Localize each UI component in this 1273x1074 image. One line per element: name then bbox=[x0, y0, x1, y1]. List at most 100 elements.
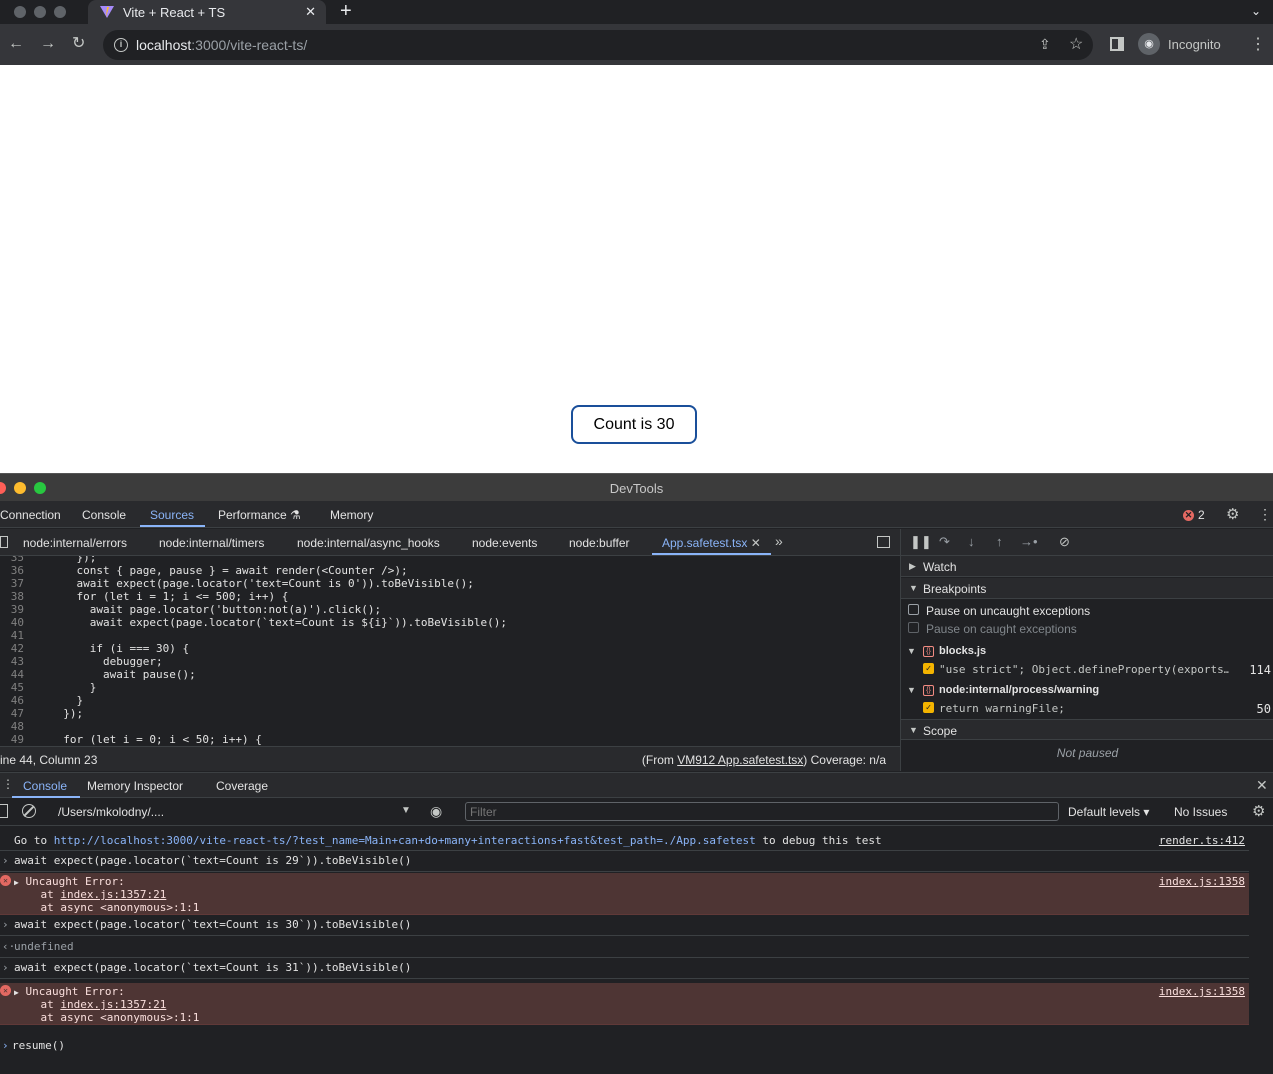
console-prompt[interactable]: › resume() bbox=[0, 1035, 1249, 1057]
context-selector[interactable]: /Users/mkolodny/.... bbox=[58, 805, 164, 819]
address-bar[interactable]: i localhost:3000/vite-react-ts/ ⇪ ☆ bbox=[103, 30, 1093, 60]
devtools-window: DevTools Connection Console Sources Perf… bbox=[0, 473, 1273, 1064]
bookmark-star-icon[interactable]: ☆ bbox=[1069, 34, 1083, 54]
source-tab-errors[interactable]: node:internal/errors bbox=[23, 536, 127, 550]
tab-performance[interactable]: Performance ⚗ bbox=[218, 508, 301, 522]
step-icon[interactable]: →• bbox=[1020, 534, 1038, 549]
incognito-label: Incognito bbox=[1168, 36, 1221, 52]
chevron-down-icon[interactable]: ▼ bbox=[401, 805, 411, 816]
deactivate-breakpoints-icon[interactable]: ⊘ bbox=[1059, 534, 1070, 550]
incognito-icon: ◉ bbox=[1138, 33, 1160, 55]
more-tabs-chevron-icon[interactable]: » bbox=[775, 533, 783, 549]
maximize-window-button[interactable] bbox=[54, 6, 66, 18]
count-button[interactable]: Count is 30 bbox=[571, 405, 697, 444]
collapse-arrow-icon: ▼ bbox=[909, 583, 918, 593]
step-over-icon[interactable]: ↷ bbox=[939, 534, 950, 550]
console-output: Go to http://localhost:3000/vite-react-t… bbox=[0, 826, 1273, 1064]
devtools-titlebar: DevTools bbox=[0, 473, 1273, 501]
devtools-menu-icon[interactable]: ⋮ bbox=[1258, 506, 1272, 523]
checkbox-checked: ✓ bbox=[923, 702, 934, 713]
error-icon: ✕ bbox=[0, 875, 11, 886]
code-line: 35 }); bbox=[10, 556, 97, 564]
source-tab-events[interactable]: node:events bbox=[472, 536, 537, 550]
new-tab-button[interactable]: + bbox=[340, 0, 352, 22]
vite-logo-icon bbox=[100, 6, 114, 18]
scope-section[interactable]: ▼ Scope bbox=[901, 719, 1273, 740]
close-window-button[interactable] bbox=[14, 6, 26, 18]
breakpoint-item[interactable]: ✓ "use strict"; Object.defineProperty(exp… bbox=[901, 660, 1273, 679]
expand-arrow-icon[interactable]: ▶ bbox=[14, 878, 19, 887]
code-line: 45 } bbox=[10, 681, 97, 694]
tab-console[interactable]: Console bbox=[82, 508, 126, 522]
error-count-badge[interactable]: ✕ 2 bbox=[1183, 508, 1205, 522]
code-line: 47 }); bbox=[10, 707, 84, 720]
drawer-tab-console[interactable]: Console bbox=[23, 779, 67, 793]
tab-memory[interactable]: Memory bbox=[330, 508, 373, 522]
share-icon[interactable]: ⇪ bbox=[1039, 36, 1051, 53]
breakpoints-section[interactable]: ▼ Breakpoints bbox=[901, 578, 1273, 599]
source-link[interactable]: render.ts:412 bbox=[1159, 834, 1245, 847]
tab-search-chevron-icon[interactable]: ⌄ bbox=[1251, 4, 1261, 18]
expand-arrow-icon[interactable]: ▶ bbox=[14, 988, 19, 997]
console-sidebar-icon[interactable] bbox=[0, 804, 8, 818]
breakpoint-item[interactable]: ✓ return warningFile; 50 bbox=[901, 699, 1273, 718]
code-line: 44 await pause(); bbox=[10, 668, 196, 681]
watch-section[interactable]: ▶ Watch bbox=[901, 556, 1273, 577]
toggle-debugger-icon[interactable] bbox=[877, 536, 890, 548]
browser-tab[interactable]: Vite + React + TS ✕ bbox=[88, 0, 326, 24]
log-levels-dropdown[interactable]: Default levels ▾ bbox=[1068, 805, 1149, 819]
source-tab-buffer[interactable]: node:buffer bbox=[569, 536, 630, 550]
reload-icon[interactable]: ↻ bbox=[72, 33, 85, 55]
close-tab-icon[interactable]: ✕ bbox=[305, 4, 316, 20]
flask-icon: ⚗ bbox=[290, 508, 301, 522]
source-tab-async-hooks[interactable]: node:internal/async_hooks bbox=[297, 536, 440, 550]
close-tab-icon: ✕ bbox=[750, 536, 761, 550]
code-editor[interactable]: 35 }); 36 const { page, pause } = await … bbox=[0, 556, 900, 746]
source-tab-app-safetest[interactable]: App.safetest.tsx ✕ bbox=[662, 536, 761, 550]
console-settings-gear-icon[interactable]: ⚙ bbox=[1252, 802, 1265, 820]
tab-sources[interactable]: Sources bbox=[150, 508, 194, 522]
forward-arrow-icon[interactable]: → bbox=[40, 33, 56, 55]
code-line: 42 if (i === 30) { bbox=[10, 642, 190, 655]
drawer-tab-coverage[interactable]: Coverage bbox=[216, 779, 268, 793]
step-into-icon[interactable]: ↓ bbox=[968, 534, 975, 549]
pause-uncaught-option[interactable]: Pause on uncaught exceptions bbox=[901, 601, 1273, 620]
drawer-tab-memory-inspector[interactable]: Memory Inspector bbox=[87, 779, 183, 793]
close-drawer-icon[interactable]: ✕ bbox=[1256, 777, 1268, 794]
file-icon: {} bbox=[923, 685, 934, 696]
console-command: › await expect(page.locator(`text=Count i… bbox=[0, 916, 1249, 936]
filter-input[interactable] bbox=[465, 802, 1059, 821]
navigator-toggle-icon[interactable] bbox=[0, 536, 8, 548]
console-command: › await expect(page.locator(`text=Count i… bbox=[0, 852, 1249, 872]
pause-resume-icon[interactable]: ❚❚ bbox=[910, 534, 932, 550]
back-arrow-icon[interactable]: ← bbox=[8, 33, 24, 55]
debug-link[interactable]: http://localhost:3000/vite-react-ts/?tes… bbox=[54, 834, 756, 847]
site-info-icon[interactable]: i bbox=[114, 38, 128, 52]
breakpoint-file-warning[interactable]: ▼{} node:internal/process/warning bbox=[901, 681, 1273, 700]
step-out-icon[interactable]: ↑ bbox=[996, 534, 1003, 549]
tab-strip: Vite + React + TS ✕ + ⌄ bbox=[0, 0, 1273, 24]
clear-console-icon[interactable] bbox=[22, 804, 36, 818]
code-line: 39 await page.locator('button:not(a)').c… bbox=[10, 603, 382, 616]
minimize-window-button[interactable] bbox=[34, 6, 46, 18]
source-info: (From VM912 App.safetest.tsx) Coverage: … bbox=[641, 753, 886, 767]
console-toolbar: /Users/mkolodny/.... ▼ ◉ Default levels … bbox=[0, 798, 1273, 826]
pause-caught-option[interactable]: Pause on caught exceptions bbox=[901, 619, 1273, 638]
source-link[interactable]: VM912 App.safetest.tsx bbox=[677, 753, 803, 767]
side-panel-icon[interactable] bbox=[1110, 37, 1124, 51]
settings-gear-icon[interactable]: ⚙ bbox=[1226, 505, 1239, 523]
eye-icon[interactable]: ◉ bbox=[430, 803, 442, 820]
incognito-profile[interactable]: ◉ Incognito bbox=[1138, 32, 1221, 56]
tab-connection[interactable]: Connection bbox=[0, 508, 61, 522]
browser-menu-icon[interactable]: ⋮ bbox=[1250, 34, 1266, 54]
active-tab-indicator bbox=[140, 525, 205, 527]
console-input[interactable]: resume() bbox=[12, 1039, 65, 1052]
stack-link[interactable]: index.js:1357:21 bbox=[60, 998, 166, 1011]
source-tab-timers[interactable]: node:internal/timers bbox=[159, 536, 264, 550]
drawer-menu-icon[interactable]: ⋮ bbox=[2, 777, 14, 791]
source-link[interactable]: index.js:1358 bbox=[1159, 875, 1245, 888]
source-link[interactable]: index.js:1358 bbox=[1159, 985, 1245, 998]
stack-link[interactable]: index.js:1357:21 bbox=[60, 888, 166, 901]
breakpoint-file-blocks[interactable]: ▼{} blocks.js bbox=[901, 642, 1273, 661]
issues-button[interactable]: No Issues bbox=[1174, 805, 1227, 819]
